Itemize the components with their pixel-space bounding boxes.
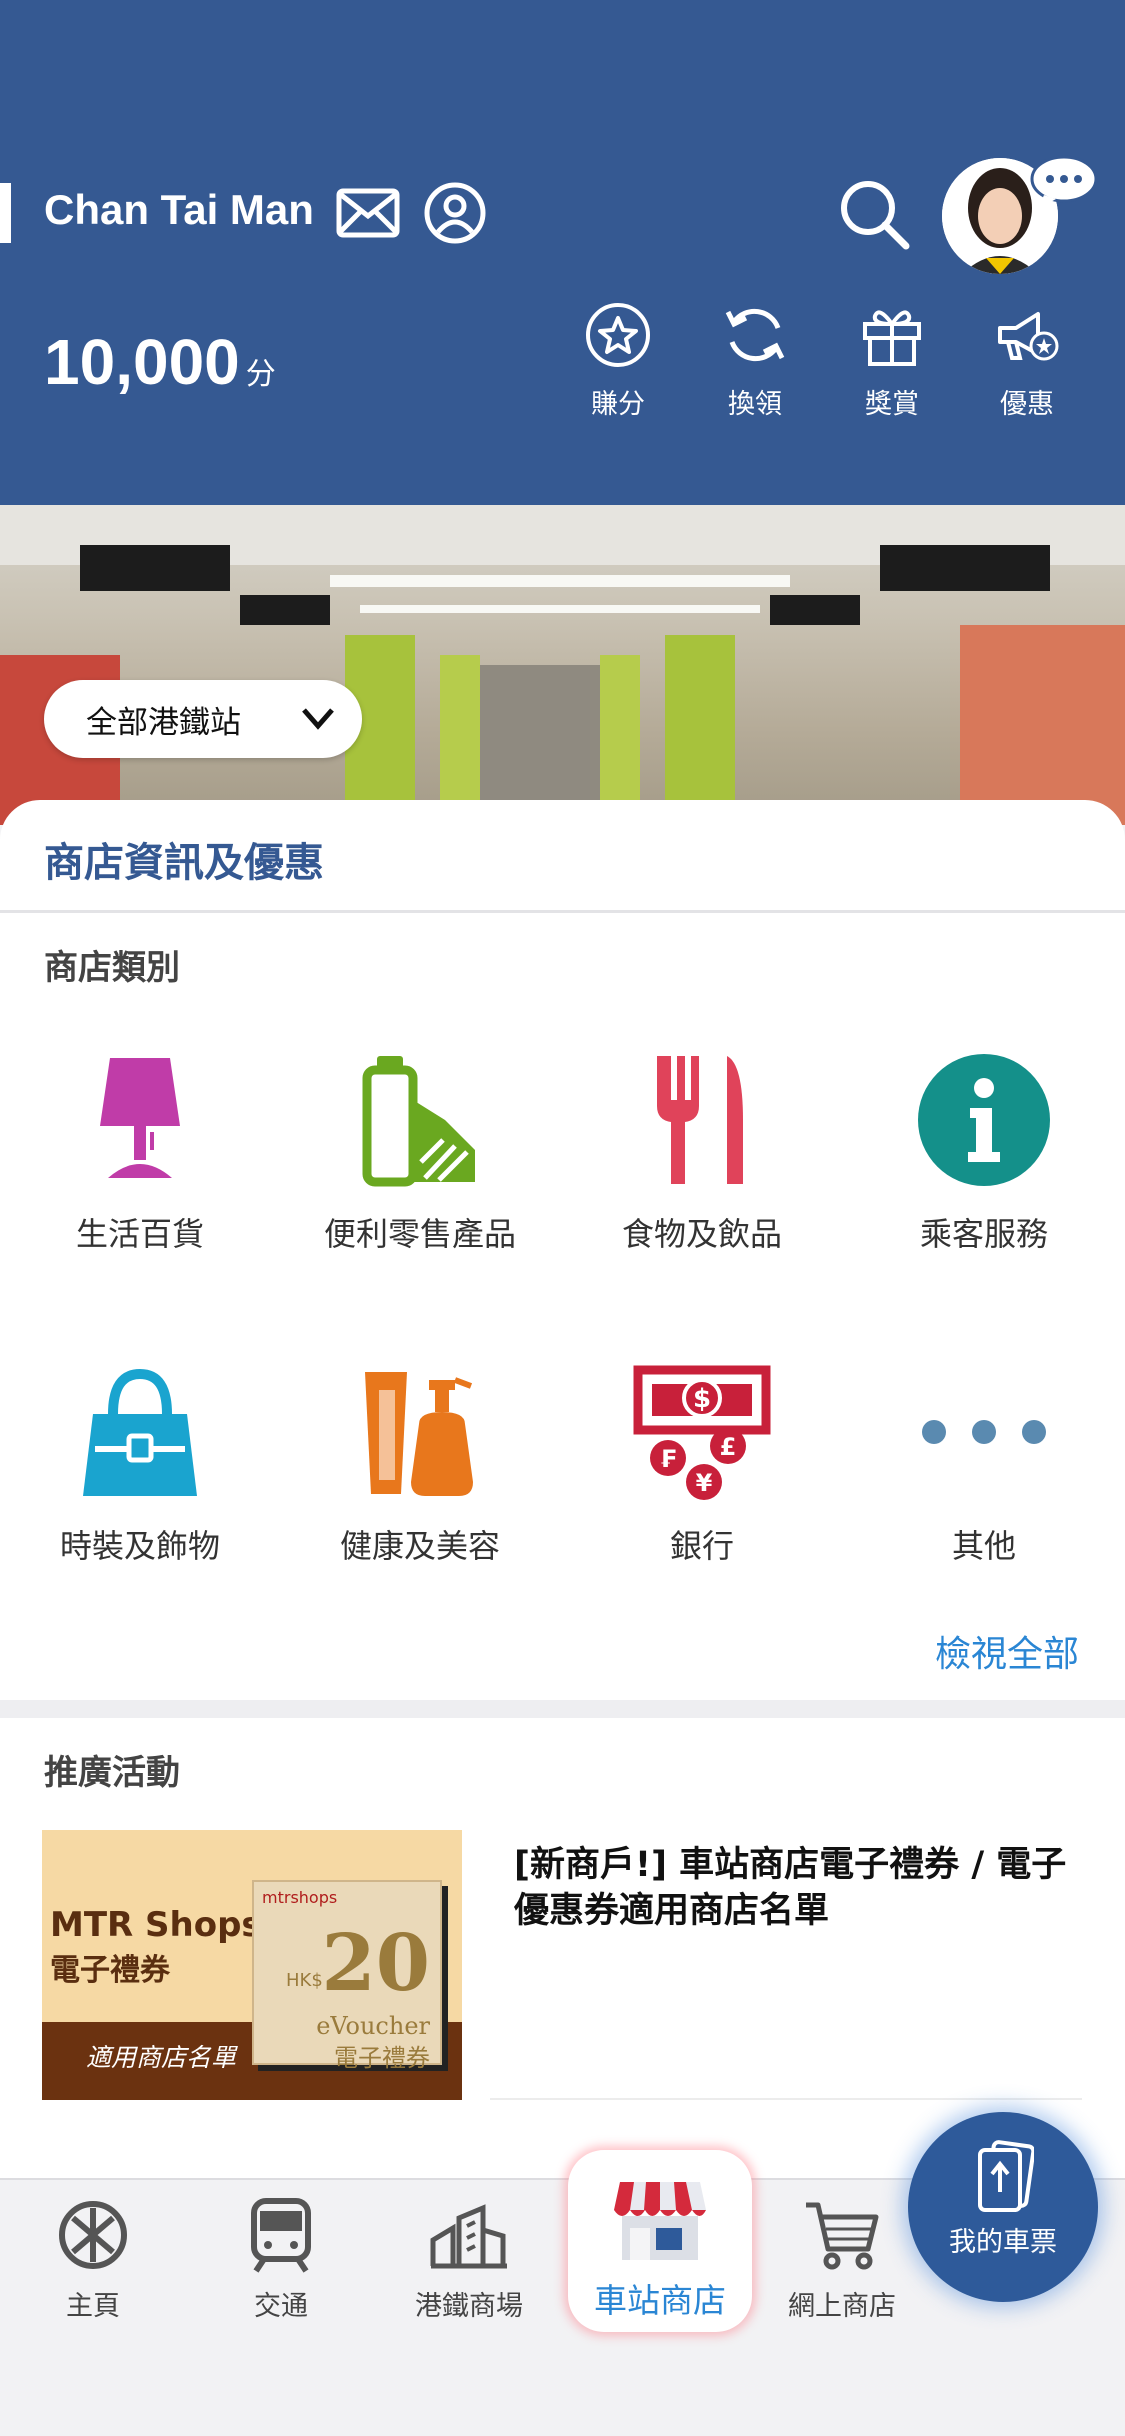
divider bbox=[0, 910, 1125, 913]
promo-image-caption: 適用商店名單 bbox=[86, 2043, 237, 2072]
voucher-amount: 20 bbox=[321, 1918, 430, 2009]
handbag-icon bbox=[83, 1368, 197, 1496]
promo-card-image[interactable]: MTR Shops 電子禮券 適用商店名單 mtrshops HK$ 20 eV… bbox=[42, 1830, 462, 2100]
points-value: 10,000 bbox=[44, 326, 240, 398]
station-dropdown-value: 全部港鐵站 bbox=[86, 704, 241, 741]
nav-online-shop[interactable]: 網上商店 bbox=[757, 2190, 927, 2323]
info-icon bbox=[918, 1054, 1050, 1186]
promo-divider bbox=[490, 2098, 1082, 2100]
category-label: 乘客服務 bbox=[919, 1215, 1048, 1253]
quick-action-label: 獎賞 bbox=[865, 389, 919, 420]
shop-icon bbox=[614, 2182, 706, 2260]
svg-text:₣: ₣ bbox=[660, 1445, 677, 1473]
section-gap bbox=[0, 1700, 1125, 1718]
category-label: 其他 bbox=[951, 1527, 1016, 1565]
station-banner-image bbox=[0, 505, 1125, 825]
voucher-label-zh: 電子禮券 bbox=[334, 2044, 430, 2072]
points-balance: 10,000 分 bbox=[44, 325, 276, 399]
star-circle-icon bbox=[586, 303, 650, 367]
buildings-icon bbox=[430, 2204, 507, 2269]
promo-card-text[interactable]: [新商戶!] 車站商店電子禮券 / 電子優惠券適用商店名單 bbox=[514, 1842, 1094, 1934]
nav-malls[interactable]: 港鐵商場 bbox=[384, 2190, 554, 2323]
search-icon[interactable] bbox=[838, 178, 910, 250]
voucher-label-en: eVoucher bbox=[316, 2012, 430, 2040]
category-title: 商店類別 bbox=[44, 948, 180, 988]
quick-action-rewards[interactable]: 獎賞 bbox=[827, 300, 957, 421]
header-accent-bar bbox=[0, 183, 11, 243]
quick-action-offers[interactable]: 優惠 bbox=[962, 300, 1092, 421]
refresh-icon bbox=[725, 308, 785, 362]
chat-bubble-icon[interactable] bbox=[1028, 155, 1100, 211]
cosmetics-icon bbox=[365, 1372, 473, 1496]
mtr-logo-icon bbox=[59, 2201, 127, 2269]
voucher-brand: mtrshops bbox=[262, 1888, 338, 1907]
category-lifestyle[interactable]: 生活百貨 bbox=[0, 1045, 280, 1255]
svg-text:¥: ¥ bbox=[696, 1469, 713, 1497]
quick-action-earn[interactable]: 賺分 bbox=[553, 300, 683, 421]
my-tickets-button[interactable]: 我的車票 bbox=[908, 2112, 1098, 2302]
category-others[interactable]: 其他 bbox=[844, 1357, 1124, 1567]
category-health-beauty[interactable]: 健康及美容 bbox=[280, 1357, 560, 1567]
megaphone-star-icon bbox=[998, 312, 1059, 361]
category-label: 便利零售產品 bbox=[323, 1215, 516, 1253]
profile-icon[interactable] bbox=[424, 182, 486, 244]
ticket-icon bbox=[978, 2140, 1034, 2212]
category-label: 銀行 bbox=[669, 1527, 734, 1565]
category-food[interactable]: 食物及飲品 bbox=[562, 1045, 842, 1255]
nav-label: 車站商店 bbox=[594, 2281, 726, 2320]
voucher-currency: HK$ bbox=[286, 1970, 323, 1991]
category-passenger-service[interactable]: 乘客服務 bbox=[844, 1045, 1124, 1255]
svg-text:£: £ bbox=[720, 1433, 737, 1461]
voucher-graphic: mtrshops HK$ 20 eVoucher 電子禮券 bbox=[252, 1880, 442, 2072]
quick-action-label: 換領 bbox=[728, 389, 782, 420]
points-unit: 分 bbox=[245, 357, 276, 392]
user-name[interactable]: Chan Tai Man bbox=[44, 186, 314, 234]
nav-label: 交通 bbox=[254, 2291, 308, 2322]
category-label: 生活百貨 bbox=[75, 1215, 204, 1253]
svg-text:$: $ bbox=[693, 1384, 711, 1414]
promotions-title: 推廣活動 bbox=[44, 1753, 180, 1793]
gift-icon bbox=[863, 310, 921, 366]
nav-label: 網上商店 bbox=[788, 2291, 896, 2322]
station-dropdown[interactable]: 全部港鐵站 bbox=[44, 680, 362, 758]
nav-label: 主頁 bbox=[66, 2291, 120, 2322]
promo-image-subtitle: 電子禮券 bbox=[50, 1953, 170, 1988]
my-tickets-label: 我的車票 bbox=[949, 2227, 1057, 2258]
quick-action-redeem[interactable]: 換領 bbox=[690, 300, 820, 421]
more-dots-icon bbox=[922, 1420, 1046, 1444]
banknote-icon: $ ₣ £ ¥ bbox=[633, 1365, 771, 1500]
section-title: 商店資訊及優惠 bbox=[44, 840, 324, 886]
quick-action-label: 優惠 bbox=[1000, 389, 1054, 420]
convenience-icon bbox=[362, 1056, 475, 1187]
category-bank[interactable]: $ ₣ £ ¥ 銀行 bbox=[562, 1357, 842, 1567]
view-all-link[interactable]: 檢視全部 bbox=[935, 1625, 1079, 1677]
nav-label: 港鐵商場 bbox=[415, 2291, 523, 2322]
promo-image-title: MTR Shops bbox=[50, 1905, 262, 1945]
category-label: 時裝及飾物 bbox=[59, 1527, 220, 1565]
category-convenience[interactable]: 便利零售產品 bbox=[280, 1045, 560, 1255]
nav-home[interactable]: 主頁 bbox=[8, 2190, 178, 2323]
mail-icon[interactable] bbox=[336, 188, 400, 238]
nav-station-shops[interactable]: 車站商店 bbox=[568, 2150, 752, 2332]
category-fashion[interactable]: 時裝及飾物 bbox=[0, 1357, 280, 1567]
nav-transport[interactable]: 交通 bbox=[196, 2190, 366, 2323]
category-label: 食物及飲品 bbox=[621, 1215, 782, 1253]
category-label: 健康及美容 bbox=[339, 1527, 500, 1565]
chevron-down-icon bbox=[302, 708, 334, 730]
cart-icon bbox=[806, 2202, 879, 2270]
train-icon bbox=[251, 2198, 311, 2273]
fork-knife-icon bbox=[657, 1056, 743, 1184]
quick-action-label: 賺分 bbox=[591, 389, 645, 420]
lamp-icon bbox=[100, 1058, 180, 1178]
